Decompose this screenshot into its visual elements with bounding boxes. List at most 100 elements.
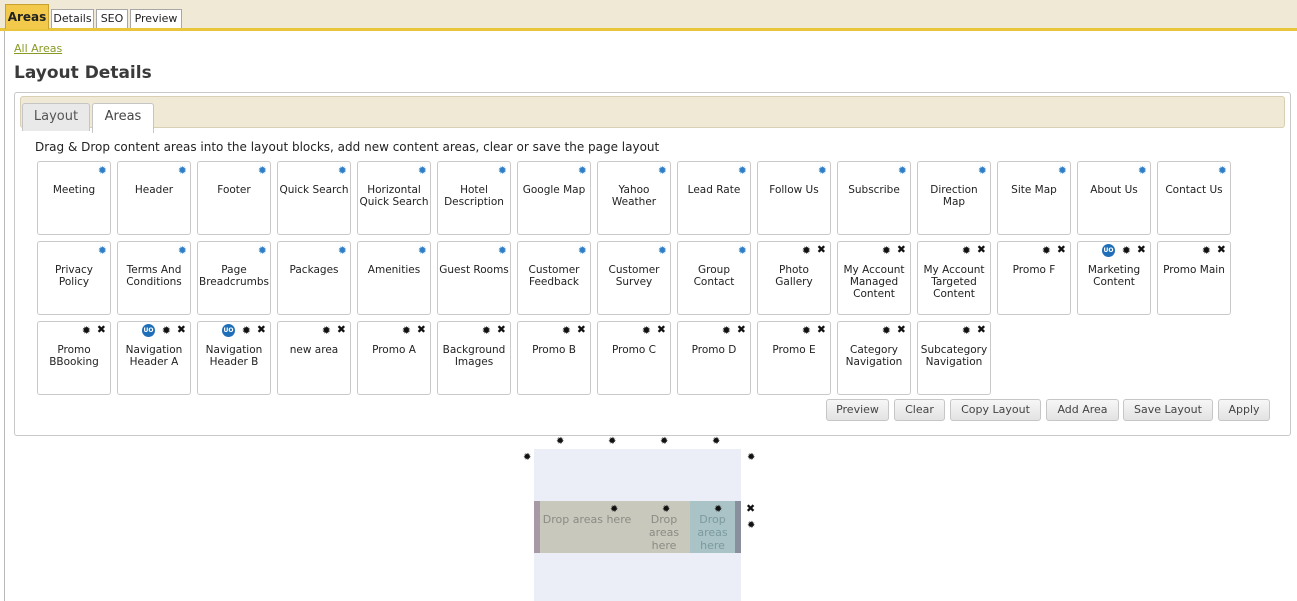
gear-icon[interactable]: ✹ xyxy=(802,245,811,256)
gear-icon[interactable]: ✹ xyxy=(338,165,347,176)
gear-icon[interactable]: ✹ xyxy=(658,165,667,176)
gear-icon[interactable]: ✹ xyxy=(523,453,531,463)
area-tile[interactable]: Guest Rooms ✹ xyxy=(437,241,511,315)
gear-icon[interactable]: ✹ xyxy=(747,453,755,463)
gear-icon[interactable]: ✹ xyxy=(322,325,331,336)
drop-zone-3[interactable]: Drop areas here xyxy=(690,501,735,553)
area-tile[interactable]: Group Contact ✹ xyxy=(677,241,751,315)
gear-icon[interactable]: ✹ xyxy=(1122,245,1131,256)
close-icon[interactable]: ✖ xyxy=(337,324,346,336)
area-tile[interactable]: Marketing Content ✹ ✖ UO xyxy=(1077,241,1151,315)
close-icon[interactable]: ✖ xyxy=(657,324,666,336)
gear-icon[interactable]: ✹ xyxy=(178,245,187,256)
close-icon[interactable]: ✖ xyxy=(497,324,506,336)
gear-icon[interactable]: ✹ xyxy=(498,165,507,176)
close-icon[interactable]: ✖ xyxy=(977,324,986,336)
area-tile[interactable]: Subcategory Navigation ✹ ✖ xyxy=(917,321,991,395)
tab-layout[interactable]: Layout xyxy=(22,103,90,131)
close-icon[interactable]: ✖ xyxy=(737,324,746,336)
area-tile[interactable]: Navigation Header B ✹ ✖ UO xyxy=(197,321,271,395)
area-tile[interactable]: Lead Rate ✹ xyxy=(677,161,751,235)
add-area-button[interactable]: Add Area xyxy=(1046,399,1119,421)
gear-icon[interactable]: ✹ xyxy=(978,165,987,176)
save-layout-button[interactable]: Save Layout xyxy=(1123,399,1213,421)
gear-icon[interactable]: ✹ xyxy=(258,245,267,256)
area-tile[interactable]: Navigation Header A ✹ ✖ UO xyxy=(117,321,191,395)
area-tile[interactable]: Privacy Policy ✹ xyxy=(37,241,111,315)
area-tile[interactable]: Header ✹ xyxy=(117,161,191,235)
gear-icon[interactable]: ✹ xyxy=(898,165,907,176)
gear-icon[interactable]: ✹ xyxy=(482,325,491,336)
drop-zone-2[interactable]: Drop areas here xyxy=(640,513,688,552)
row-left-handle[interactable] xyxy=(534,501,540,553)
gear-icon[interactable]: ✹ xyxy=(642,325,651,336)
apply-button[interactable]: Apply xyxy=(1218,399,1270,421)
gear-icon[interactable]: ✹ xyxy=(962,245,971,256)
row-right-handle[interactable] xyxy=(735,501,741,553)
gear-icon[interactable]: ✹ xyxy=(1058,165,1067,176)
gear-icon[interactable]: ✹ xyxy=(1218,165,1227,176)
drop-zone-1[interactable]: Drop areas here xyxy=(540,513,634,526)
area-tile[interactable]: Google Map ✹ xyxy=(517,161,591,235)
area-tile[interactable]: Footer ✹ xyxy=(197,161,271,235)
gear-icon[interactable]: ✹ xyxy=(178,165,187,176)
area-tile[interactable]: Customer Feedback ✹ xyxy=(517,241,591,315)
area-tile[interactable]: Direction Map ✹ xyxy=(917,161,991,235)
tab-areas[interactable]: Areas xyxy=(5,4,49,29)
area-tile[interactable]: Quick Search ✹ xyxy=(277,161,351,235)
gear-icon[interactable]: ✹ xyxy=(747,521,755,531)
gear-icon[interactable]: ✹ xyxy=(1138,165,1147,176)
gear-icon[interactable]: ✹ xyxy=(556,437,564,447)
close-icon[interactable]: ✖ xyxy=(97,324,106,336)
gear-icon[interactable]: ✹ xyxy=(258,165,267,176)
gear-icon[interactable]: ✹ xyxy=(882,245,891,256)
area-tile[interactable]: Promo Main ✹ ✖ xyxy=(1157,241,1231,315)
gear-icon[interactable]: ✹ xyxy=(162,325,171,336)
area-tile[interactable]: Amenities ✹ xyxy=(357,241,431,315)
area-tile[interactable]: My Account Managed Content ✹ ✖ xyxy=(837,241,911,315)
close-icon[interactable]: ✖ xyxy=(1217,244,1226,256)
area-tile[interactable]: Terms And Conditions ✹ xyxy=(117,241,191,315)
gear-icon[interactable]: ✹ xyxy=(712,437,720,447)
area-tile[interactable]: Customer Survey ✹ xyxy=(597,241,671,315)
gear-icon[interactable]: ✹ xyxy=(98,245,107,256)
gear-icon[interactable]: ✹ xyxy=(418,165,427,176)
gear-icon[interactable]: ✹ xyxy=(610,505,618,515)
area-tile[interactable]: Subscribe ✹ xyxy=(837,161,911,235)
gear-icon[interactable]: ✹ xyxy=(98,165,107,176)
area-tile[interactable]: Site Map ✹ xyxy=(997,161,1071,235)
gear-icon[interactable]: ✹ xyxy=(1042,245,1051,256)
breadcrumb-all-areas[interactable]: All Areas xyxy=(14,42,62,55)
area-tile[interactable]: Packages ✹ xyxy=(277,241,351,315)
gear-icon[interactable]: ✹ xyxy=(82,325,91,336)
gear-icon[interactable]: ✹ xyxy=(338,245,347,256)
tab-preview[interactable]: Preview xyxy=(130,9,182,28)
area-tile[interactable]: Meeting ✹ xyxy=(37,161,111,235)
area-tile[interactable]: Category Navigation ✹ ✖ xyxy=(837,321,911,395)
close-icon[interactable]: ✖ xyxy=(1137,244,1146,256)
copy-layout-button[interactable]: Copy Layout xyxy=(950,399,1041,421)
tab-areas-sub[interactable]: Areas xyxy=(92,103,154,133)
clear-button[interactable]: Clear xyxy=(894,399,945,421)
area-tile[interactable]: Promo BBooking ✹ ✖ xyxy=(37,321,111,395)
gear-icon[interactable]: ✹ xyxy=(722,325,731,336)
gear-icon[interactable]: ✹ xyxy=(562,325,571,336)
close-icon[interactable]: ✖ xyxy=(577,324,586,336)
area-tile[interactable]: Promo D ✹ ✖ xyxy=(677,321,751,395)
tab-details[interactable]: Details xyxy=(51,9,94,28)
gear-icon[interactable]: ✹ xyxy=(738,245,747,256)
gear-icon[interactable]: ✹ xyxy=(1202,245,1211,256)
close-icon[interactable]: ✖ xyxy=(817,244,826,256)
area-tile[interactable]: Promo F ✹ ✖ xyxy=(997,241,1071,315)
close-icon[interactable]: ✖ xyxy=(257,324,266,336)
gear-icon[interactable]: ✹ xyxy=(738,165,747,176)
close-icon[interactable]: ✖ xyxy=(977,244,986,256)
gear-icon[interactable]: ✹ xyxy=(608,437,616,447)
close-icon[interactable]: ✖ xyxy=(746,503,755,514)
gear-icon[interactable]: ✹ xyxy=(962,325,971,336)
gear-icon[interactable]: ✹ xyxy=(882,325,891,336)
area-tile[interactable]: new area ✹ ✖ xyxy=(277,321,351,395)
area-tile[interactable]: Photo Gallery ✹ ✖ xyxy=(757,241,831,315)
area-tile[interactable]: Promo B ✹ ✖ xyxy=(517,321,591,395)
gear-icon[interactable]: ✹ xyxy=(818,165,827,176)
